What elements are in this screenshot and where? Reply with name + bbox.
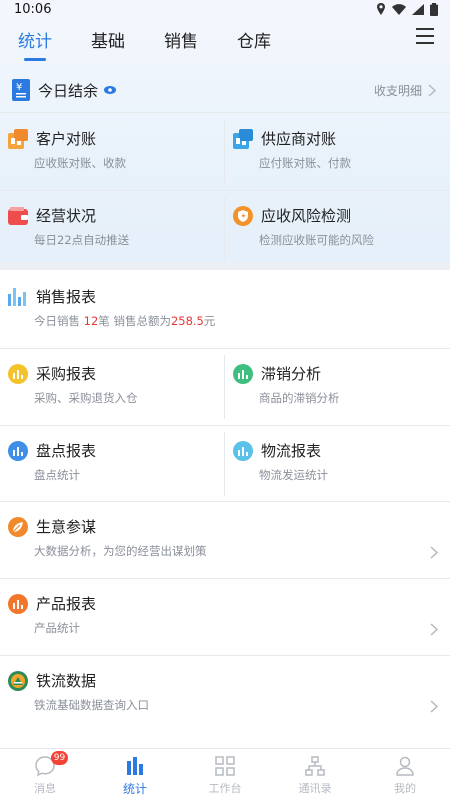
section-gap [0, 262, 450, 270]
bar-chart-icon [8, 287, 26, 306]
logistics-chart-icon [233, 440, 253, 461]
balance-title: 今日结余 [38, 81, 99, 100]
customer-reconcile-icon [8, 128, 28, 149]
railway-data-row[interactable]: 铁流数据 铁流基础数据查询入口 [0, 656, 450, 732]
sales-amount: 258.5 [170, 314, 204, 328]
chevron-right-icon [430, 700, 438, 713]
shield-icon [233, 205, 253, 226]
detail-link-label: 收支明细 [373, 84, 422, 98]
chevron-right-icon [430, 546, 438, 559]
card-subtitle: 每日22点自动推送 [34, 233, 130, 247]
sales-summary-prefix: 今日销售 [34, 314, 80, 328]
card-subtitle: 产品统计 [34, 621, 80, 635]
chart-icon [127, 757, 143, 775]
tab-warehouse[interactable]: 仓库 [237, 27, 271, 52]
sales-amount-unit: 元 [203, 314, 216, 328]
nav-workbench[interactable]: 工作台 [180, 749, 270, 800]
card-subtitle: 铁流基础数据查询入口 [34, 698, 149, 712]
sales-summary: 今日销售 12笔 销售总额为258.5元 [34, 313, 450, 329]
eye-icon[interactable] [104, 86, 117, 94]
status-bar: 10:06 [0, 0, 450, 18]
sales-count: 12 [83, 314, 99, 328]
org-icon [305, 756, 325, 776]
nav-label: 工作台 [208, 782, 242, 795]
nav-statistics[interactable]: 统计 [90, 749, 180, 800]
divider [0, 112, 450, 113]
chevron-right-icon [430, 623, 438, 636]
battery-icon [430, 2, 438, 16]
status-icons [376, 2, 438, 16]
card-subtitle: 采购、采购退货入仓 [34, 391, 138, 405]
card-subtitle: 商品的滞销分析 [259, 391, 340, 405]
tab-sales[interactable]: 销售 [164, 27, 198, 52]
card-subtitle: 应付账对账、付款 [259, 156, 351, 170]
receivable-risk-card[interactable]: 应收风险检测 检测应收账可能的风险 [225, 191, 450, 267]
card-title: 供应商对账 [261, 130, 337, 148]
card-title: 销售报表 [36, 288, 97, 306]
card-title: 经营状况 [36, 207, 97, 225]
sales-count-unit: 笔 销售总额为 [98, 314, 171, 328]
card-subtitle: 盘点统计 [34, 468, 80, 482]
nav-label: 我的 [394, 782, 416, 795]
nav-contacts[interactable]: 通讯录 [270, 749, 360, 800]
grid-icon [215, 756, 235, 776]
chevron-right-icon [428, 84, 436, 97]
card-title: 客户对账 [36, 130, 97, 148]
railway-logo-icon [8, 670, 28, 691]
card-subtitle: 检测应收账可能的风险 [259, 233, 374, 247]
card-title: 铁流数据 [36, 672, 97, 690]
logistics-report-card[interactable]: 物流报表 物流发运统计 [225, 426, 450, 502]
card-title: 应收风险检测 [261, 207, 352, 225]
card-title: 采购报表 [36, 365, 97, 383]
card-subtitle: 大数据分析，为您的经营出谋划策 [34, 544, 207, 558]
balance-row: ¥ 今日结余 收支明细 [0, 70, 450, 110]
card-title: 产品报表 [36, 595, 97, 613]
receipt-yen-icon: ¥ [12, 79, 30, 101]
slow-moving-card[interactable]: 滞销分析 商品的滞销分析 [225, 349, 450, 425]
product-report-row[interactable]: 产品报表 产品统计 [0, 579, 450, 655]
card-title: 物流报表 [261, 442, 322, 460]
signal-icon [412, 3, 424, 15]
card-subtitle: 应收账对账、收款 [34, 156, 126, 170]
nav-me[interactable]: 我的 [360, 749, 450, 800]
bottom-nav: 99 消息 统计 工作台 通讯录 我的 [0, 748, 450, 800]
business-status-card[interactable]: 经营状况 每日22点自动推送 [0, 191, 224, 267]
nav-label: 通讯录 [298, 782, 332, 795]
sales-report-row[interactable]: 销售报表 今日销售 12笔 销售总额为258.5元 [0, 272, 450, 348]
user-icon [396, 756, 414, 776]
card-title: 盘点报表 [36, 442, 97, 460]
customer-reconcile-card[interactable]: 客户对账 应收账对账、收款 [0, 114, 224, 190]
card-subtitle: 物流发运统计 [259, 468, 328, 482]
purchase-report-card[interactable]: 采购报表 采购、采购退货入仓 [0, 349, 224, 425]
tab-basic[interactable]: 基础 [91, 27, 125, 52]
income-expense-detail-link[interactable]: 收支明细 [374, 82, 436, 99]
nav-label: 消息 [34, 782, 56, 795]
tab-statistics[interactable]: 统计 [18, 27, 52, 61]
inventory-chart-icon [8, 440, 28, 461]
supplier-reconcile-icon [233, 128, 253, 149]
location-icon [377, 3, 385, 15]
product-chart-icon [8, 593, 28, 614]
slow-moving-chart-icon [233, 363, 253, 384]
purchase-chart-icon [8, 363, 28, 384]
business-advisor-row[interactable]: 生意参谋 大数据分析，为您的经营出谋划策 [0, 502, 450, 578]
inventory-report-card[interactable]: 盘点报表 盘点统计 [0, 426, 224, 502]
nav-label: 统计 [122, 782, 147, 796]
card-title: 生意参谋 [36, 518, 97, 536]
card-title: 滞销分析 [261, 365, 322, 383]
menu-icon[interactable] [416, 28, 434, 44]
message-badge: 99 [51, 751, 68, 765]
wallet-icon [8, 206, 28, 225]
nav-messages[interactable]: 99 消息 [0, 749, 90, 800]
svg-text:¥: ¥ [16, 82, 22, 93]
status-time: 10:06 [14, 1, 52, 17]
supplier-reconcile-card[interactable]: 供应商对账 应付账对账、付款 [225, 114, 450, 190]
top-tabs: 统计 基础 销售 仓库 [0, 18, 450, 61]
leaf-icon [8, 516, 28, 537]
wifi-icon [392, 3, 406, 15]
